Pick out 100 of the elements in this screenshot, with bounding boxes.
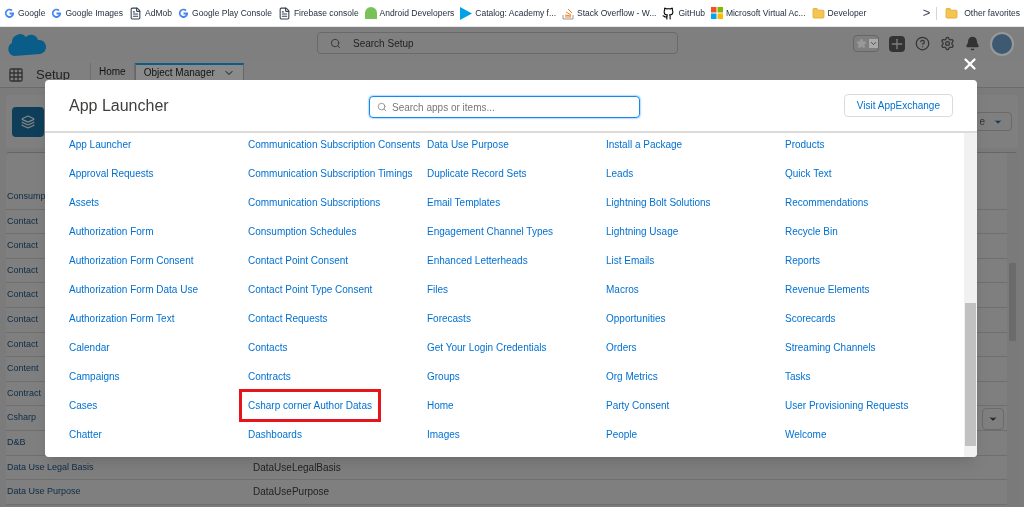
app-link[interactable]: Enhanced Letterheads [427,253,528,268]
app-link[interactable]: Lightning Usage [606,224,679,239]
app-link[interactable]: Duplicate Record Sets [427,166,527,181]
help-icon[interactable] [915,36,930,51]
app-link[interactable]: Communication Subscription Timings [248,166,413,181]
app-link[interactable]: Revenue Elements [785,282,870,297]
bookmark-link[interactable]: Other favorites [936,6,1020,20]
app-link[interactable]: Communication Subscription Consents [248,137,421,152]
table-cell[interactable]: Data Use Purpose [6,485,253,499]
star-icon[interactable] [856,38,867,49]
app-link[interactable]: Leads [606,166,634,181]
app-link[interactable]: Org Metrics [606,369,658,384]
app-link[interactable]: Contact Point Type Consent [248,282,373,297]
app-link[interactable]: Orders [606,340,637,355]
app-link[interactable]: Contact Requests [248,311,328,326]
bookmark-link[interactable]: AdMob [129,6,172,20]
bookmark-link[interactable]: Google Play Console [178,6,272,20]
robot-icon [364,7,377,19]
app-link[interactable]: Email Templates [427,195,501,210]
app-link[interactable]: Reports [785,253,820,268]
bookmark-link[interactable]: Google [4,6,46,20]
app-link[interactable]: Csharp corner Author Datas [239,389,381,422]
app-link[interactable]: Recycle Bin [785,224,838,239]
app-link[interactable]: Party Consent [606,398,670,413]
app-link[interactable]: Calendar [69,340,110,355]
add-icon[interactable] [889,35,905,52]
folder-icon [811,6,825,20]
dialog-title: App Launcher [69,95,169,116]
app-link[interactable]: Authorization Form Data Use [69,282,198,297]
app-link[interactable]: Scorecards [785,311,836,326]
app-link[interactable]: Welcome [785,427,827,442]
app-link[interactable]: Streaming Channels [785,340,876,355]
google-g-icon [51,7,63,19]
app-link[interactable]: Engagement Channel Types [427,224,553,239]
bookmark-link[interactable]: Catalog: Academy f... [460,6,557,20]
bookmark-link[interactable]: GitHub [662,6,705,20]
table-cell-text: DataUseLegalBasis [253,460,341,475]
app-link[interactable]: Opportunities [606,311,666,326]
bookmark-link[interactable]: Microsoft Virtual Ac... [710,6,806,20]
app-link[interactable]: Data Use Purpose [427,137,509,152]
avatar-icon[interactable] [990,31,1014,56]
search-icon [330,38,341,49]
folder-icon [945,6,959,20]
app-link[interactable]: Authorization Form Consent [69,253,194,268]
settings-icon[interactable] [940,36,955,51]
bookmark-link[interactable]: Developer [811,6,867,20]
app-link[interactable]: Approval Requests [69,166,154,181]
app-link[interactable]: Contacts [248,340,288,355]
app-link[interactable]: Forecasts [427,311,471,326]
play-triangle-icon [460,6,473,20]
app-link[interactable]: Chatter [69,427,102,442]
app-link[interactable]: Install a Package [606,137,683,152]
app-link[interactable]: Get Your Login Credentials [427,340,547,355]
app-link[interactable]: Products [785,137,825,152]
search-icon [377,102,387,112]
caret-icon[interactable] [869,39,878,48]
app-link[interactable]: Groups [427,369,460,384]
bookmark-link[interactable]: Google Images [51,6,124,20]
app-link[interactable]: List Emails [606,253,655,268]
bookmark-link[interactable]: Firebase console [277,6,359,20]
bookmark-link[interactable]: Android Developers [364,6,455,20]
table-cell[interactable]: Data Use Legal Basis [6,460,253,475]
app-link[interactable]: Recommendations [785,195,869,210]
app-link[interactable]: Macros [606,282,639,297]
app-link[interactable]: Home [427,398,454,413]
app-link[interactable]: Tasks [785,369,811,384]
app-link[interactable]: User Provisioning Requests [785,398,909,413]
google-g-icon [178,7,189,19]
search-setup-field[interactable]: Search Setup [317,32,678,54]
app-link[interactable]: Consumption Schedules [248,224,357,239]
app-launcher-icon[interactable] [8,67,24,83]
notifications-icon[interactable] [965,36,980,51]
app-link[interactable]: Lightning Bolt Solutions [606,195,711,210]
app-link[interactable]: Communication Subscriptions [248,195,381,210]
caret-icon [988,414,998,424]
page-icon [277,6,291,20]
app-link[interactable]: Quick Text [785,166,832,181]
app-link[interactable]: Authorization Form Text [69,311,175,326]
visit-appexchange-button[interactable]: Visit AppExchange [843,94,953,117]
stack-icon [562,6,575,20]
app-link[interactable]: Dashboards [248,427,302,442]
bookmark-link[interactable]: Stack Overflow - W... [562,6,657,20]
app-link[interactable]: Assets [69,195,99,210]
app-link[interactable]: App Launcher [69,137,132,152]
app-link[interactable]: Files [427,282,449,297]
app-link[interactable]: Contact Point Consent [248,253,349,268]
app-link[interactable]: Cases [69,398,98,413]
app-link[interactable]: Contracts [248,369,291,384]
google-g-icon [4,7,15,19]
four-squares-icon [710,7,723,19]
table-cell-text: DataUsePurpose [253,485,330,500]
app-name: Setup [36,66,70,85]
app-link[interactable]: Authorization Form [69,224,154,239]
more-bookmarks-button[interactable]: > [922,3,931,23]
app-link[interactable]: Images [427,427,460,442]
search-apps-field[interactable]: Search apps or items... [369,96,640,118]
app-link[interactable]: Campaigns [69,369,120,384]
layers-icon [12,106,44,137]
nav-tab[interactable]: Object Manager [134,63,244,80]
app-link[interactable]: People [606,427,638,442]
